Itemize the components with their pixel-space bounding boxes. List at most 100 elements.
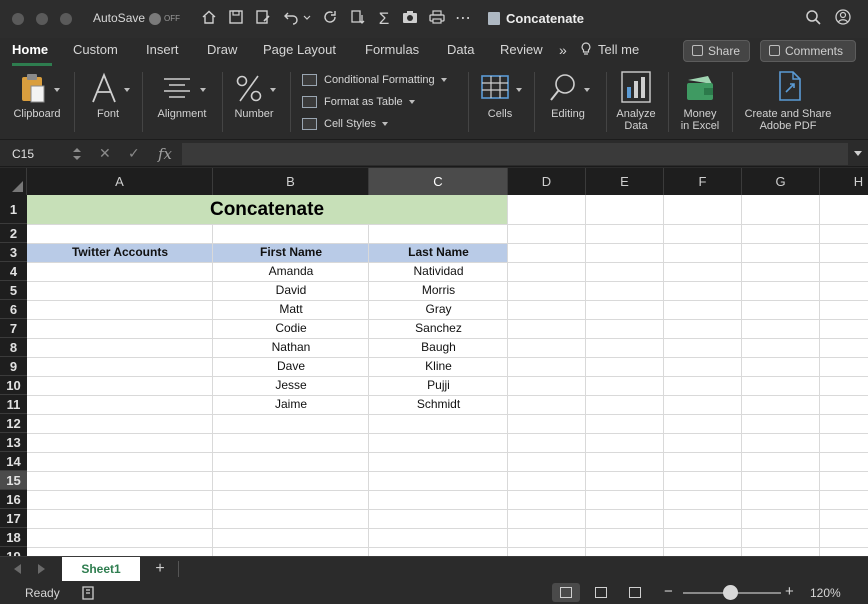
- page-layout-view-button[interactable]: [587, 583, 615, 602]
- column-header-b[interactable]: B: [213, 168, 369, 195]
- tab-insert[interactable]: Insert: [146, 42, 179, 57]
- tab-data[interactable]: Data: [447, 42, 474, 57]
- create-adobe-pdf-button[interactable]: Create and Share Adobe PDF: [738, 66, 838, 136]
- save-as-icon[interactable]: [253, 9, 273, 29]
- column-header-f[interactable]: F: [664, 168, 742, 195]
- redo-icon[interactable]: [320, 9, 340, 29]
- worksheet-grid[interactable]: A B C D E F G H 1 2 3 4 5 6 7 8 9 10 11 …: [0, 168, 868, 556]
- row-header[interactable]: 7: [0, 319, 27, 338]
- row-header[interactable]: 16: [0, 490, 27, 509]
- first-name-cell[interactable]: Codie: [213, 319, 369, 338]
- row-header-selected[interactable]: 15: [0, 471, 27, 490]
- last-name-cell[interactable]: Gray: [369, 300, 508, 319]
- last-name-cell[interactable]: Morris: [369, 281, 508, 300]
- editing-group[interactable]: Editing: [540, 66, 596, 136]
- row-header[interactable]: 19: [0, 547, 27, 556]
- row-header[interactable]: 5: [0, 281, 27, 300]
- autosave-toggle[interactable]: OFF: [149, 12, 183, 26]
- cell-styles-button[interactable]: Cell Styles: [302, 116, 472, 138]
- tab-draw[interactable]: Draw: [207, 42, 237, 57]
- tell-me[interactable]: Tell me: [580, 42, 639, 57]
- row-header[interactable]: 8: [0, 338, 27, 357]
- sheet-tab-sheet1[interactable]: Sheet1: [62, 557, 140, 581]
- first-name-cell[interactable]: Amanda: [213, 262, 369, 281]
- cancel-entry-icon[interactable]: ✕: [99, 145, 111, 162]
- zoom-level[interactable]: 120%: [810, 586, 841, 600]
- header-cell-twitter-accounts[interactable]: Twitter Accounts: [27, 243, 213, 262]
- sort-icon[interactable]: [348, 9, 368, 29]
- confirm-entry-icon[interactable]: ✓: [128, 145, 140, 162]
- undo-icon[interactable]: [281, 9, 301, 29]
- row-header[interactable]: 3: [0, 243, 27, 262]
- row-header[interactable]: 13: [0, 433, 27, 452]
- column-header-h[interactable]: H: [820, 168, 868, 195]
- row-header[interactable]: 18: [0, 528, 27, 547]
- zoom-in-button[interactable]: +: [785, 583, 794, 600]
- tab-review[interactable]: Review: [500, 42, 543, 57]
- row-header[interactable]: 10: [0, 376, 27, 395]
- next-sheet-icon[interactable]: [38, 564, 45, 574]
- zoom-window-button[interactable]: [60, 13, 72, 25]
- insert-function-icon[interactable]: fx: [158, 145, 172, 163]
- accessibility-icon[interactable]: [80, 585, 96, 601]
- alignment-group[interactable]: Alignment: [150, 66, 214, 136]
- close-window-button[interactable]: [12, 13, 24, 25]
- tab-formulas[interactable]: Formulas: [365, 42, 419, 57]
- tab-custom[interactable]: Custom: [73, 42, 118, 57]
- row-header[interactable]: 11: [0, 395, 27, 414]
- tab-home[interactable]: Home: [12, 42, 48, 57]
- first-name-cell[interactable]: Dave: [213, 357, 369, 376]
- column-header-e[interactable]: E: [586, 168, 664, 195]
- undo-dropdown-icon[interactable]: [302, 9, 312, 29]
- row-header[interactable]: 9: [0, 357, 27, 376]
- analyze-data-button[interactable]: Analyze Data: [608, 66, 664, 136]
- format-as-table-button[interactable]: Format as Table: [302, 94, 472, 116]
- clipboard-group[interactable]: Clipboard: [8, 66, 66, 136]
- minimize-window-button[interactable]: [36, 13, 48, 25]
- select-all-button[interactable]: [0, 168, 27, 195]
- last-name-cell[interactable]: Kline: [369, 357, 508, 376]
- row-header[interactable]: 17: [0, 509, 27, 528]
- more-tabs-icon[interactable]: »: [559, 42, 567, 58]
- row-header[interactable]: 12: [0, 414, 27, 433]
- search-icon[interactable]: [803, 9, 823, 29]
- add-sheet-button[interactable]: +: [150, 558, 170, 580]
- zoom-slider-handle[interactable]: [723, 585, 738, 600]
- last-name-cell[interactable]: Sanchez: [369, 319, 508, 338]
- comments-button[interactable]: Comments: [760, 40, 856, 62]
- formula-input[interactable]: [182, 143, 848, 165]
- column-header-g[interactable]: G: [742, 168, 820, 195]
- title-cell[interactable]: Concatenate: [27, 195, 507, 224]
- name-box-stepper-icon[interactable]: [72, 146, 82, 162]
- autosum-icon[interactable]: Σ: [374, 9, 394, 29]
- money-in-excel-button[interactable]: Money in Excel: [672, 66, 728, 136]
- first-name-cell[interactable]: Matt: [213, 300, 369, 319]
- conditional-formatting-button[interactable]: Conditional Formatting: [302, 72, 472, 94]
- cells-group[interactable]: Cells: [474, 66, 526, 136]
- camera-icon[interactable]: [400, 9, 420, 29]
- column-header-a[interactable]: A: [27, 168, 213, 195]
- column-header-d[interactable]: D: [508, 168, 586, 195]
- home-icon[interactable]: [199, 9, 219, 29]
- header-cell-last-name[interactable]: Last Name: [369, 243, 508, 262]
- row-header[interactable]: 6: [0, 300, 27, 319]
- last-name-cell[interactable]: Pujji: [369, 376, 508, 395]
- zoom-out-button[interactable]: −: [664, 583, 673, 600]
- row-header[interactable]: 1: [0, 195, 27, 224]
- first-name-cell[interactable]: Jesse: [213, 376, 369, 395]
- save-icon[interactable]: [226, 9, 246, 29]
- last-name-cell[interactable]: Baugh: [369, 338, 508, 357]
- first-name-cell[interactable]: Nathan: [213, 338, 369, 357]
- first-name-cell[interactable]: David: [213, 281, 369, 300]
- normal-view-button[interactable]: [552, 583, 580, 602]
- header-cell-first-name[interactable]: First Name: [213, 243, 369, 262]
- share-button[interactable]: Share: [683, 40, 750, 62]
- first-name-cell[interactable]: Jaime: [213, 395, 369, 414]
- row-header[interactable]: 2: [0, 224, 27, 243]
- previous-sheet-icon[interactable]: [14, 564, 21, 574]
- column-header-c[interactable]: C: [369, 168, 508, 195]
- print-icon[interactable]: [427, 9, 447, 29]
- last-name-cell[interactable]: Natividad: [369, 262, 508, 281]
- last-name-cell[interactable]: Schmidt: [369, 395, 508, 414]
- number-group[interactable]: Number: [228, 66, 280, 136]
